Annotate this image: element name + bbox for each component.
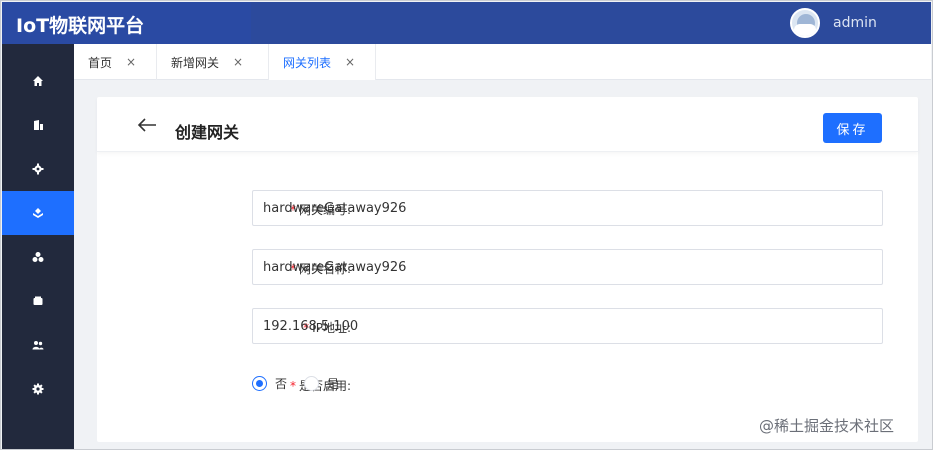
gateway-icon — [33, 208, 43, 218]
sidebar-item-cluster[interactable] — [2, 235, 74, 279]
app-window: IoT物联网平台 admin 首页 × 新增网关 × 网关列表 × 创建网关 保… — [0, 0, 933, 450]
device-icon — [33, 296, 43, 305]
sidebar-item-home[interactable] — [2, 59, 74, 103]
radio-unchecked-icon[interactable] — [304, 376, 319, 391]
sidebar-item-device[interactable] — [2, 279, 74, 323]
tab-gateway-list[interactable]: 网关列表 × — [269, 44, 376, 80]
form-card: 创建网关 保存 * 网关编号: hardwareGataway926 * 网关名称:… — [97, 97, 918, 442]
watermark: @稀土掘金技术社区 — [759, 417, 895, 435]
form-row-enabled: * 是否启用: 否 是 — [97, 367, 918, 403]
building-icon — [34, 120, 43, 130]
gear-icon — [32, 163, 44, 175]
save-button[interactable]: 保存 — [823, 113, 882, 143]
tab-bar: 首页 × 新增网关 × 网关列表 × — [74, 44, 931, 80]
gateway-id-input[interactable]: hardwareGataway926 — [252, 190, 883, 226]
sidebar-item-gateway[interactable] — [2, 191, 74, 235]
radio-label: 是 — [327, 377, 340, 391]
close-icon[interactable]: × — [126, 55, 136, 69]
form-row-gateway-name: * 网关名称: hardwareGataway926 — [97, 249, 918, 285]
sidebar-item-building[interactable] — [2, 103, 74, 147]
close-icon[interactable]: × — [345, 55, 355, 69]
close-icon[interactable]: × — [233, 55, 243, 69]
radio-enabled-no[interactable]: 否 — [252, 375, 287, 392]
page-title: 创建网关 — [175, 123, 240, 142]
form-row-ip: * IP地址: 192.168.5.100 — [97, 308, 918, 344]
logo-area: IoT物联网平台 — [2, 2, 251, 44]
top-header: IoT物联网平台 admin — [2, 2, 931, 44]
tab-label: 网关列表 — [283, 55, 332, 70]
tab-new-gateway[interactable]: 新增网关 × — [157, 44, 269, 80]
sidebar — [2, 44, 74, 449]
app-title: IoT物联网平台 — [16, 15, 145, 37]
required-mark: * — [289, 379, 296, 393]
settings-icon — [32, 383, 44, 395]
tab-home[interactable]: 首页 × — [74, 44, 157, 80]
gateway-name-input[interactable]: hardwareGataway926 — [252, 249, 883, 285]
back-arrow-icon[interactable] — [137, 115, 157, 135]
sidebar-item-settings[interactable] — [2, 367, 74, 411]
tab-label: 新增网关 — [171, 55, 220, 70]
radio-checked-icon[interactable] — [252, 376, 267, 391]
radio-enabled-yes[interactable]: 是 — [304, 375, 339, 392]
card-header: 创建网关 保存 — [97, 97, 918, 152]
cluster-icon — [32, 252, 44, 262]
username[interactable]: admin — [833, 15, 877, 31]
sidebar-item-config[interactable] — [2, 147, 74, 191]
users-icon — [32, 341, 44, 350]
form-row-gateway-id: * 网关编号: hardwareGataway926 — [97, 190, 918, 226]
tab-label: 首页 — [88, 55, 113, 70]
sidebar-item-users[interactable] — [2, 323, 74, 367]
avatar[interactable] — [790, 8, 820, 38]
home-icon — [33, 76, 43, 86]
radio-label: 否 — [275, 377, 288, 391]
ip-input[interactable]: 192.168.5.100 — [252, 308, 883, 344]
